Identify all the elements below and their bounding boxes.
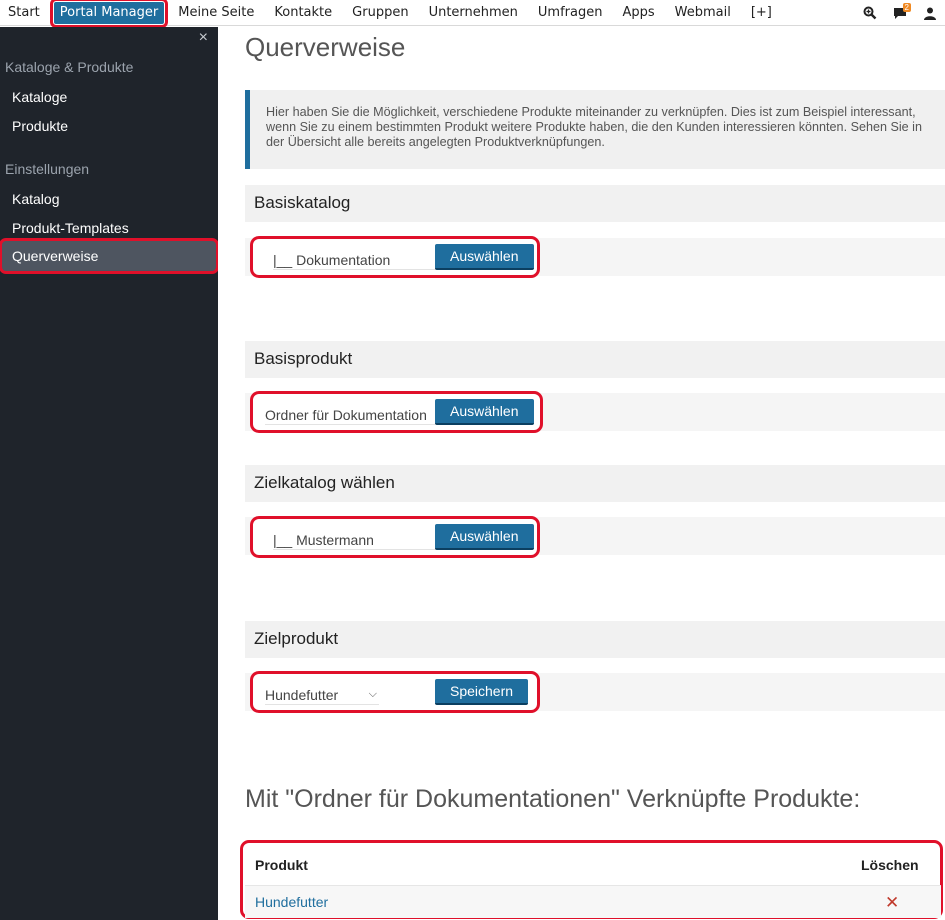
save-button[interactable]: Speichern	[435, 679, 529, 705]
column-header-loeschen: Löschen	[861, 857, 919, 873]
nav-add[interactable]: [+]	[741, 0, 782, 26]
chevron-down-icon: ⌵	[368, 688, 377, 700]
zielkatalog-select-button[interactable]: Auswählen	[435, 524, 534, 550]
nav-kontakte[interactable]: Kontakte	[264, 0, 342, 26]
nav-unternehmen[interactable]: Unternehmen	[419, 0, 528, 26]
zielkatalog-selector: |__ Mustermann Auswählen	[250, 516, 540, 558]
nav-meine-seite[interactable]: Meine Seite	[168, 0, 264, 26]
chat-icon[interactable]: 2	[885, 0, 915, 26]
zielprodukt-selector: Hundefutter ⌵ Speichern	[250, 671, 540, 713]
nav-umfragen[interactable]: Umfragen	[528, 0, 613, 26]
table-row: Hundefutter ✕	[245, 885, 941, 918]
basiskatalog-select-button[interactable]: Auswählen	[435, 244, 534, 270]
basiskatalog-selector: |__ Dokumentation Auswählen	[250, 236, 540, 278]
top-navigation-bar: Start Portal Manager Meine Seite Kontakt…	[0, 0, 945, 28]
section-basisprodukt: Basisprodukt	[245, 341, 945, 378]
basiskatalog-field[interactable]: |__ Dokumentation	[273, 248, 438, 270]
basisprodukt-select-button[interactable]: Auswählen	[435, 399, 534, 425]
top-icons: 2	[855, 0, 945, 26]
sidebar-section-einstellungen: Einstellungen	[5, 161, 90, 177]
sidebar-item-produkt-templates[interactable]: Produkt-Templates	[12, 220, 129, 236]
sidebar-item-label: Querverweise	[12, 248, 99, 264]
main-content: Querverweise Hier haben Sie die Möglichk…	[218, 27, 945, 920]
column-header-produkt: Produkt	[255, 857, 308, 873]
delete-icon[interactable]: ✕	[885, 893, 899, 913]
user-icon[interactable]	[915, 0, 945, 26]
basisprodukt-selector: Ordner für Dokumentation Auswählen	[250, 391, 543, 433]
sidebar-item-querverweise[interactable]: Querverweise	[0, 238, 219, 274]
zielprodukt-select[interactable]: Hundefutter ⌵	[265, 683, 379, 705]
nav-portal-manager[interactable]: Portal Manager	[49, 0, 169, 28]
section-zielkatalog: Zielkatalog wählen	[245, 465, 945, 502]
notification-badge: 2	[902, 3, 911, 12]
search-icon[interactable]	[855, 0, 885, 26]
sidebar-item-katalog[interactable]: Katalog	[12, 191, 59, 207]
section-basiskatalog: Basiskatalog	[245, 185, 945, 222]
zielkatalog-field[interactable]: |__ Mustermann	[273, 528, 438, 550]
nav-start[interactable]: Start	[0, 0, 50, 26]
linked-products-table: Produkt Löschen Hundefutter ✕	[240, 840, 943, 919]
nav-gruppen[interactable]: Gruppen	[342, 0, 418, 26]
close-icon[interactable]: ×	[199, 29, 208, 47]
top-nav: Start Portal Manager Meine Seite Kontakt…	[0, 0, 782, 28]
sidebar-item-produkte[interactable]: Produkte	[12, 118, 68, 134]
sidebar: × Kataloge & Produkte Kataloge Produkte …	[0, 27, 219, 920]
basisprodukt-field[interactable]: Ordner für Dokumentation	[265, 403, 435, 425]
nav-apps[interactable]: Apps	[612, 0, 664, 26]
sidebar-item-kataloge[interactable]: Kataloge	[12, 89, 67, 105]
nav-webmail[interactable]: Webmail	[665, 0, 741, 26]
page-title: Querverweise	[245, 32, 406, 62]
section-zielprodukt: Zielprodukt	[245, 621, 945, 658]
product-link[interactable]: Hundefutter	[255, 894, 328, 910]
linked-products-title: Mit "Ordner für Dokumentationen" Verknüp…	[245, 785, 861, 813]
sidebar-section-kataloge: Kataloge & Produkte	[5, 59, 134, 75]
zielprodukt-select-value: Hundefutter	[265, 687, 339, 703]
info-box: Hier haben Sie die Möglichkeit, verschie…	[245, 90, 945, 169]
